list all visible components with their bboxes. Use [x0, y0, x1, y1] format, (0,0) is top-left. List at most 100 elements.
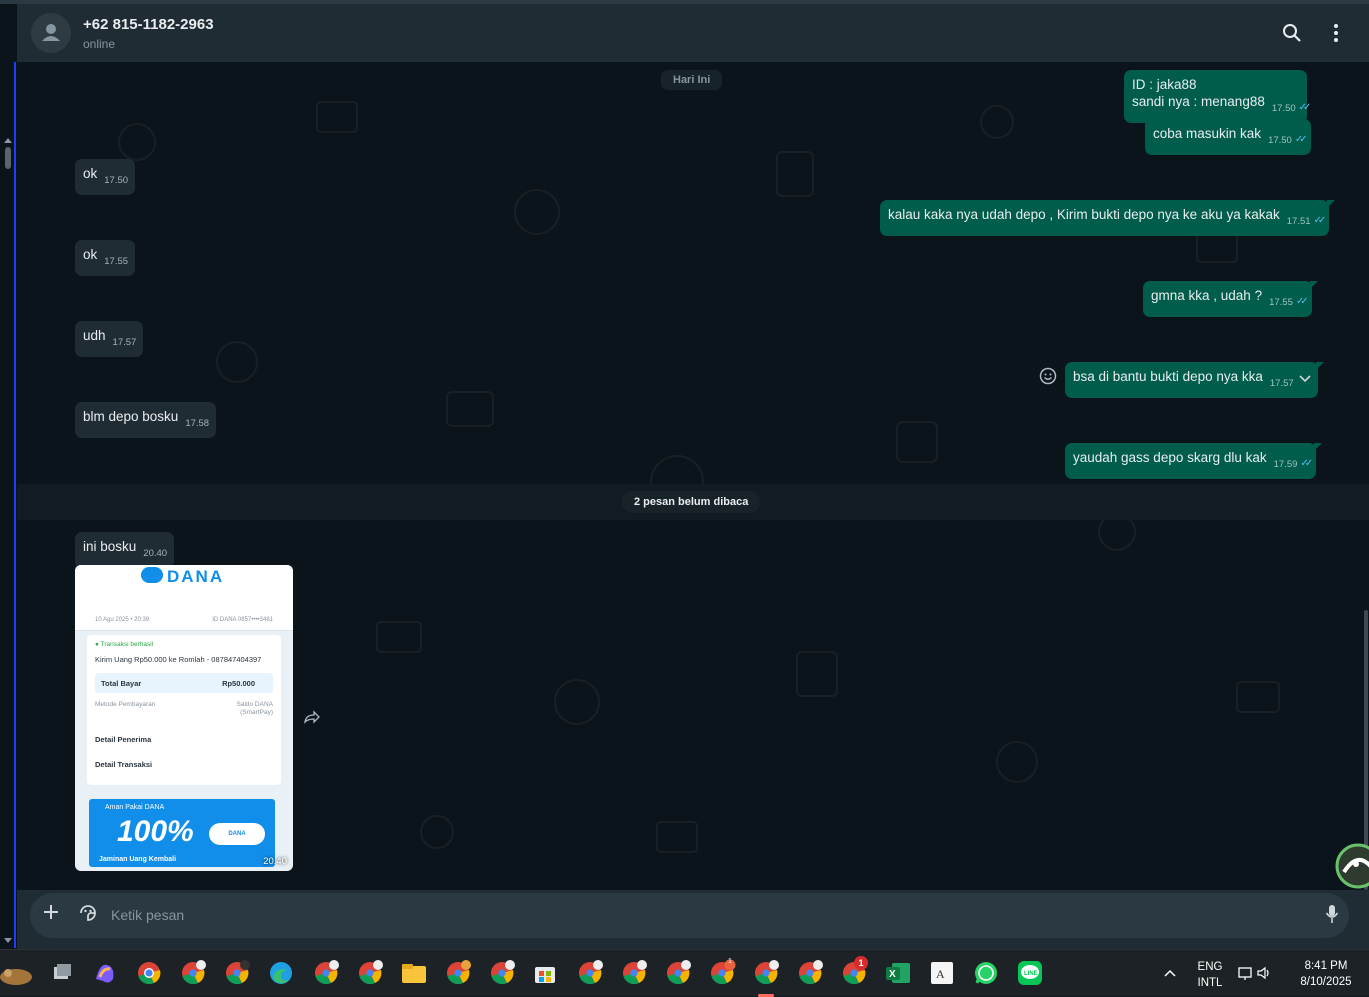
- dana-logo-icon: [141, 567, 163, 583]
- copilot-icon[interactable]: [91, 959, 119, 987]
- message-out[interactable]: coba masukin kak 17.50 ✓✓: [1145, 119, 1311, 155]
- detail-penerima: Detail Penerima: [95, 735, 152, 744]
- excel-icon[interactable]: X: [884, 959, 912, 987]
- protection-banner: Aman Pakai DANA 100% DANA PROTECTION Jam…: [89, 799, 275, 867]
- read-receipt-icon: ✓✓: [1294, 134, 1308, 145]
- message-in[interactable]: ok 17.50: [75, 159, 136, 195]
- message-text: blm depo bosku: [83, 409, 179, 424]
- svg-text:A: A: [936, 967, 945, 981]
- receipt-card: ● Transaksi berhasil Kirim Uang Rp50.000…: [87, 635, 281, 785]
- sticker-icon: [80, 905, 96, 921]
- chrome-profile-icon[interactable]: [223, 959, 251, 987]
- read-receipt-icon: ✓✓: [1295, 296, 1309, 307]
- clock-time: 8:41 PM: [1304, 960, 1348, 972]
- chrome-profile-icon[interactable]: [312, 959, 340, 987]
- forward-icon: [304, 710, 320, 724]
- avatar[interactable]: [31, 13, 71, 53]
- message-in[interactable]: udh 17.57: [75, 321, 144, 357]
- message-time: 17.51: [1286, 216, 1311, 227]
- message-list[interactable]: Hari Ini ID : jaka88 sandi nya : menang8…: [17, 62, 1369, 890]
- message-time: 17.55: [1269, 297, 1293, 308]
- read-receipt-icon: ✓✓: [1313, 215, 1327, 226]
- dana-brand: DANA: [167, 567, 225, 586]
- chrome-badge-icon[interactable]: 1: [840, 956, 868, 987]
- chrome-profile-icon[interactable]: [664, 959, 692, 987]
- voice-button[interactable]: [1325, 904, 1339, 929]
- chrome-icon[interactable]: [135, 959, 163, 987]
- chrome-badge-count: 1: [728, 958, 732, 965]
- chrome-profile-icon[interactable]: [179, 959, 207, 987]
- detail-transaksi: Detail Transaksi: [95, 760, 153, 769]
- chrome-profile-icon[interactable]: [444, 959, 472, 987]
- image-message[interactable]: DANA 10 Agu 2025 • 20:39 ID DANA 0857•••…: [75, 565, 293, 871]
- receipt-total-row: Total Bayar Rp50.000: [95, 673, 273, 693]
- attach-button[interactable]: [42, 903, 60, 926]
- message-time: 17.59: [1273, 459, 1298, 470]
- emoji-button[interactable]: [78, 903, 98, 928]
- line-icon[interactable]: LINE: [1016, 959, 1044, 987]
- message-out[interactable]: yaudah gass depo skarg dlu kak 17.59 ✓✓: [1065, 443, 1323, 479]
- message-time: 17.57: [1269, 378, 1294, 389]
- composer-field[interactable]: [30, 893, 1349, 938]
- left-scrollbar-thumb[interactable]: [5, 147, 11, 169]
- receipt-date: 10 Agu 2025 • 20:39: [95, 617, 150, 623]
- chrome-profile-icon[interactable]: [488, 959, 516, 987]
- message-text: ok: [83, 247, 98, 262]
- message-input[interactable]: Ketik pesan: [111, 907, 184, 923]
- widgets-icon[interactable]: [0, 959, 36, 987]
- chrome-profile-icon[interactable]: [356, 959, 384, 987]
- banner-top-text: Aman Pakai DANA: [105, 804, 165, 811]
- message-in[interactable]: ok 17.55: [75, 240, 136, 276]
- message-out-credentials[interactable]: ID : jaka88 sandi nya : menang88 17.50 ✓✓: [1124, 70, 1312, 123]
- robot-icon: [1335, 843, 1369, 889]
- chrome-profile-icon[interactable]: [576, 959, 604, 987]
- system-clock[interactable]: 8:41 PM 8/10/2025: [1288, 958, 1364, 990]
- floating-extension-icon[interactable]: [1334, 842, 1369, 890]
- image-time: 20.40: [263, 856, 287, 867]
- message-text: yaudah gass depo skarg dlu kak: [1073, 450, 1267, 465]
- message-out[interactable]: gmna kka , udah ? 17.55 ✓✓: [1143, 281, 1318, 317]
- language-indicator[interactable]: ENG INTL: [1192, 959, 1228, 991]
- edge-icon[interactable]: [267, 959, 295, 987]
- font-app-icon[interactable]: A: [928, 959, 956, 987]
- forward-button[interactable]: [303, 710, 321, 724]
- protection-badge: DANA PROTECTION: [209, 823, 265, 859]
- search-icon: [1283, 24, 1301, 42]
- chrome-notification-icon[interactable]: 1: [708, 958, 736, 987]
- bubble-tail: [1314, 443, 1323, 451]
- message-in[interactable]: ini bosku 20.40: [75, 532, 175, 568]
- store-icon[interactable]: [531, 959, 559, 987]
- message-text: ini bosku: [83, 539, 137, 554]
- scroll-up-arrow[interactable]: [4, 138, 12, 143]
- message-out-hovered[interactable]: bsa di bantu bukti depo nya kka 17.57: [1065, 362, 1325, 398]
- menu-button[interactable]: [1324, 21, 1348, 45]
- chrome-profile-icon[interactable]: [796, 959, 824, 987]
- contact-name[interactable]: +62 815-1182-2963: [83, 16, 214, 33]
- day-divider: Hari Ini: [661, 70, 723, 90]
- total-label: Total Bayar: [101, 679, 142, 688]
- scroll-down-arrow[interactable]: [4, 938, 12, 943]
- task-view-icon[interactable]: [48, 959, 76, 987]
- react-emoji-button[interactable]: [1039, 367, 1057, 390]
- message-text: coba masukin kak: [1153, 126, 1262, 141]
- whatsapp-icon[interactable]: [972, 959, 1000, 987]
- tray-overflow-chevron-icon[interactable]: [1160, 959, 1180, 987]
- mic-icon: [1325, 905, 1339, 923]
- message-time: 17.58: [185, 418, 210, 429]
- message-menu-chevron-icon[interactable]: [1299, 370, 1312, 387]
- bubble-tail: [1316, 362, 1325, 370]
- clock-date: 8/10/2025: [1300, 976, 1352, 988]
- chat-scrollbar[interactable]: [1363, 62, 1369, 890]
- message-text: gmna kka , udah ?: [1151, 288, 1263, 303]
- search-button[interactable]: [1280, 21, 1304, 45]
- read-receipt-icon: ✓✓: [1298, 102, 1312, 113]
- chrome-active-icon[interactable]: [752, 959, 780, 987]
- receipt-header: DANA 10 Agu 2025 • 20:39 ID DANA 0857•••…: [75, 565, 293, 631]
- read-receipt-icon: ✓✓: [1300, 458, 1313, 469]
- file-explorer-icon[interactable]: [400, 959, 428, 987]
- network-volume-group[interactable]: [1236, 959, 1272, 987]
- message-in[interactable]: blm depo bosku 17.58: [75, 402, 217, 438]
- message-out[interactable]: kalau kaka nya udah depo , Kirim bukti d…: [880, 200, 1336, 236]
- chrome-profile-icon[interactable]: [620, 959, 648, 987]
- banner-foot-text: Jaminan Uang Kembali: [99, 856, 177, 863]
